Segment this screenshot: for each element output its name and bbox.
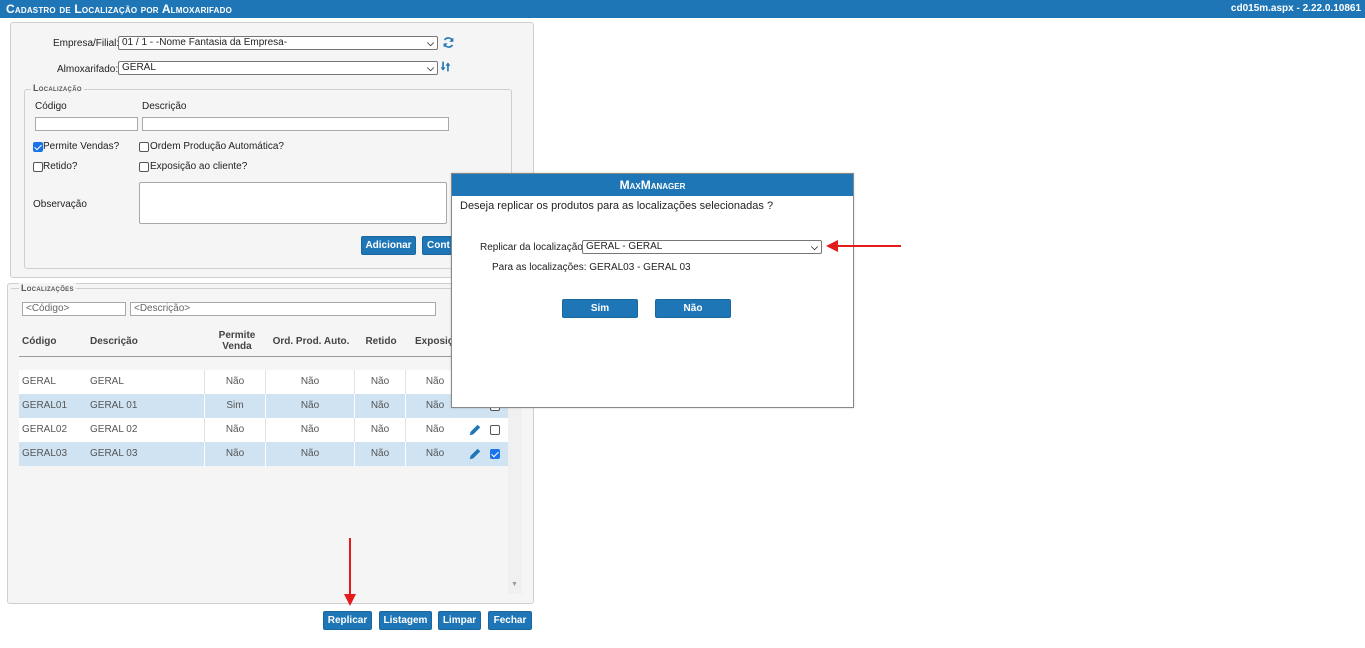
- cell-retido: Não: [370, 376, 390, 387]
- cell-exposicao: Não: [425, 424, 445, 435]
- continuar-button[interactable]: Cont: [422, 236, 454, 255]
- chevron-down-icon: ⌵: [427, 63, 434, 73]
- replicar-da-label: Replicar da localização:: [480, 242, 586, 253]
- localizacoes-legend: Localizações: [19, 283, 76, 293]
- replicar-da-select[interactable]: GERAL - GERAL ⌵: [582, 240, 822, 254]
- codigo-input[interactable]: [35, 117, 138, 131]
- title-bar: Cadastro de Localização por Almoxarifado…: [0, 0, 1365, 18]
- almoxarifado-select[interactable]: GERAL ⌵: [118, 61, 438, 75]
- empresa-label: Empresa/Filial:: [53, 38, 120, 49]
- observacao-label: Observação: [33, 199, 87, 210]
- chevron-down-icon: ⌵: [811, 242, 818, 252]
- retido-checkbox[interactable]: [33, 162, 43, 172]
- replicar-button[interactable]: Replicar: [323, 611, 372, 630]
- almoxarifado-label: Almoxarifado:: [57, 64, 119, 75]
- cell-permite: Não: [225, 448, 245, 459]
- cell-descricao: GERAL 01: [90, 400, 138, 411]
- codigo-label: Código: [35, 101, 67, 112]
- permite-vendas-checkbox[interactable]: [33, 142, 43, 152]
- edit-pencil-icon[interactable]: [468, 447, 482, 461]
- page-version: cd015m.aspx - 2.22.0.10861: [1230, 3, 1361, 14]
- table-row[interactable]: GERAL GERAL Não Não Não Não: [19, 370, 508, 394]
- page-title: Cadastro de Localização por Almoxarifado: [6, 2, 232, 16]
- col-header-exposicao[interactable]: Exposiç: [415, 326, 455, 356]
- table-row[interactable]: GERAL02 GERAL 02 Não Não Não Não: [19, 418, 508, 442]
- cell-ordem: Não: [300, 424, 320, 435]
- para-localizacoes-text: Para as localizações: GERAL03 - GERAL 03: [492, 262, 691, 273]
- row-select-checkbox[interactable]: [490, 425, 500, 435]
- table-row[interactable]: GERAL01 GERAL 01 Sim Não Não Não: [19, 394, 508, 418]
- cell-permite: Sim: [226, 400, 244, 411]
- empresa-select-value: 01 / 1 - -Nome Fantasia da Empresa-: [122, 37, 288, 48]
- descricao-input[interactable]: [142, 117, 449, 131]
- replicar-da-select-value: GERAL - GERAL: [586, 241, 663, 252]
- nao-button[interactable]: Não: [655, 299, 731, 318]
- cell-codigo: GERAL01: [22, 400, 68, 411]
- descricao-label: Descrição: [142, 101, 187, 112]
- cell-codigo: GERAL03: [22, 448, 68, 459]
- permite-vendas-label: Permite Vendas?: [43, 141, 120, 152]
- dialog-question: Deseja replicar os produtos para as loca…: [460, 200, 774, 212]
- cell-codigo: GERAL02: [22, 424, 68, 435]
- localizacao-legend: Localização: [31, 83, 84, 93]
- dialog-title: MaxManager: [452, 174, 853, 196]
- annotation-arrow-down: [344, 538, 356, 606]
- cell-retido: Não: [370, 400, 390, 411]
- empresa-select[interactable]: 01 / 1 - -Nome Fantasia da Empresa- ⌵: [118, 36, 438, 50]
- cell-exposicao: Não: [425, 448, 445, 459]
- cell-permite: Não: [225, 376, 245, 387]
- exposicao-label: Exposição ao cliente?: [150, 161, 248, 172]
- cell-ordem: Não: [300, 376, 320, 387]
- limpar-button[interactable]: Limpar: [438, 611, 481, 630]
- cell-retido: Não: [370, 424, 390, 435]
- retido-label: Retido?: [43, 161, 78, 172]
- sim-button[interactable]: Sim: [562, 299, 638, 318]
- cell-ordem: Não: [300, 448, 320, 459]
- ordem-producao-checkbox[interactable]: [139, 142, 149, 152]
- filter-codigo-input[interactable]: <Código>: [22, 302, 126, 316]
- col-header-codigo[interactable]: Código: [22, 326, 82, 356]
- fechar-button[interactable]: Fechar: [488, 611, 532, 630]
- listagem-button[interactable]: Listagem: [379, 611, 432, 630]
- col-header-permite-venda[interactable]: Permite Venda: [209, 326, 265, 356]
- header-underline: [19, 356, 508, 357]
- chevron-down-icon: ⌵: [427, 38, 434, 48]
- confirm-dialog: MaxManager Deseja replicar os produtos p…: [451, 173, 854, 408]
- filter-descricao-input[interactable]: <Descrição>: [130, 302, 436, 316]
- cell-descricao: GERAL 02: [90, 424, 138, 435]
- refresh-icon[interactable]: [442, 36, 455, 49]
- cell-codigo: GERAL: [22, 376, 56, 387]
- cell-descricao: GERAL: [90, 376, 124, 387]
- cell-descricao: GERAL 03: [90, 448, 138, 459]
- col-header-ord-prod-auto[interactable]: Ord. Prod. Auto.: [267, 326, 355, 356]
- exposicao-checkbox[interactable]: [139, 162, 149, 172]
- almoxarifado-select-value: GERAL: [122, 62, 156, 73]
- row-select-checkbox[interactable]: [490, 449, 500, 459]
- col-header-retido[interactable]: Retido: [356, 326, 406, 356]
- table-row[interactable]: GERAL03 GERAL 03 Não Não Não Não: [19, 442, 508, 466]
- cell-retido: Não: [370, 448, 390, 459]
- observacao-textarea[interactable]: [139, 182, 447, 224]
- col-header-descricao[interactable]: Descrição: [90, 326, 200, 356]
- cell-permite: Não: [225, 424, 245, 435]
- scroll-down-icon[interactable]: ▼: [511, 581, 518, 588]
- adicionar-button[interactable]: Adicionar: [361, 236, 416, 255]
- annotation-arrow-left: [826, 240, 901, 252]
- sync-icon[interactable]: [439, 60, 452, 73]
- ordem-producao-label: Ordem Produção Automática?: [150, 141, 284, 152]
- cell-ordem: Não: [300, 400, 320, 411]
- edit-pencil-icon[interactable]: [468, 423, 482, 437]
